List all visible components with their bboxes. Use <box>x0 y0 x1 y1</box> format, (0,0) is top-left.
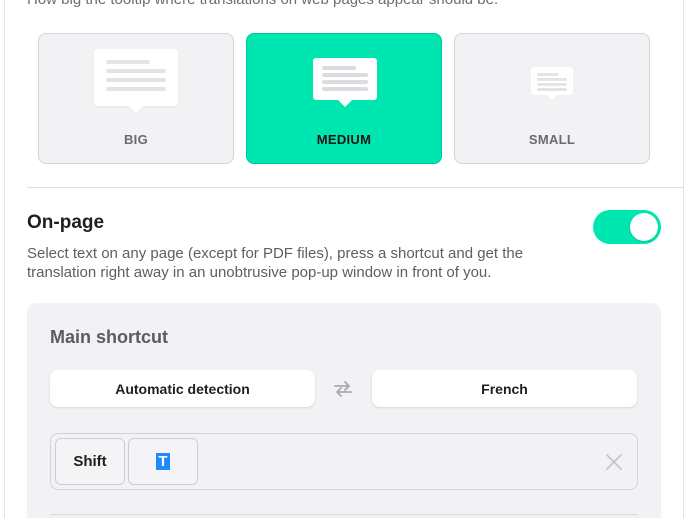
tooltip-size-big[interactable]: BIG <box>38 33 234 164</box>
panel-separator <box>50 514 638 515</box>
tooltip-big-illustration-icon <box>94 49 178 106</box>
tooltip-size-big-label: BIG <box>123 132 148 147</box>
section-divider <box>27 187 683 188</box>
main-shortcut-panel: Main shortcut Automatic detection French… <box>27 303 661 518</box>
window-border-left <box>4 0 5 518</box>
on-page-title: On-page <box>27 212 105 233</box>
toggle-knob <box>630 213 658 241</box>
target-language-button[interactable]: French <box>372 370 637 407</box>
window-border-right <box>683 0 684 518</box>
source-language-button[interactable]: Automatic detection <box>50 370 315 407</box>
tooltip-medium-illustration-icon <box>313 58 377 100</box>
tooltip-small-illustration-icon <box>531 67 573 95</box>
shortcut-key-t: T <box>128 438 198 485</box>
shortcut-input[interactable]: Shift T <box>50 433 638 490</box>
tooltip-size-small-label: SMALL <box>528 132 576 147</box>
tooltip-size-medium[interactable]: MEDIUM <box>246 33 442 164</box>
tooltip-size-description: How big the tooltip where translations o… <box>27 0 498 8</box>
shortcut-key-shift-label: Shift <box>73 453 107 470</box>
swap-languages-icon[interactable] <box>332 379 354 399</box>
main-shortcut-title: Main shortcut <box>50 327 169 347</box>
shortcut-key-shift: Shift <box>55 438 125 485</box>
tooltip-size-small[interactable]: SMALL <box>454 33 650 164</box>
shortcut-key-t-label: T <box>156 453 170 470</box>
close-icon[interactable] <box>605 453 623 471</box>
on-page-toggle[interactable] <box>593 210 661 244</box>
tooltip-size-medium-label: MEDIUM <box>316 132 372 147</box>
on-page-description: Select text on any page (except for PDF … <box>27 245 524 281</box>
